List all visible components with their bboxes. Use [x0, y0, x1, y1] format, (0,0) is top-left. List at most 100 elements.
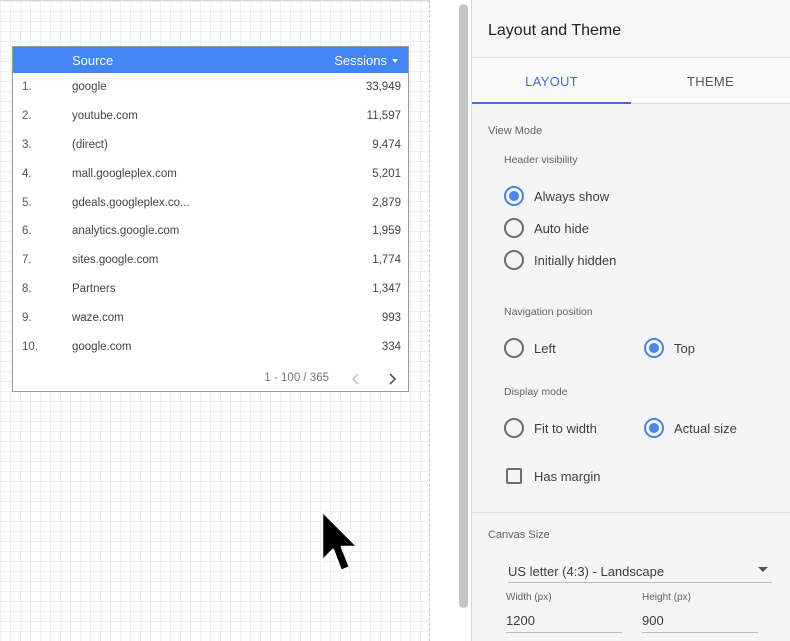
has-margin-checkbox[interactable]: Has margin — [506, 468, 600, 484]
row-sessions: 1,774 — [372, 254, 401, 267]
row-index: 5. — [22, 196, 32, 209]
row-index: 6. — [22, 225, 32, 238]
table-pager: 1 - 100 / 365 — [13, 369, 408, 389]
row-index: 3. — [22, 138, 32, 151]
column-header-source[interactable]: Source — [72, 53, 113, 68]
radio-button-checked — [504, 186, 524, 206]
table-row: 8. Partners 1,347 — [13, 275, 408, 304]
table-row: 3. (direct) 9,474 — [13, 131, 408, 160]
canvas-width-label: Width (px) — [506, 592, 552, 603]
radio-button-checked — [644, 338, 664, 358]
tab-layout[interactable]: LAYOUT — [472, 58, 631, 104]
panel-header: Layout and Theme — [472, 0, 790, 58]
radio-button-unchecked — [504, 218, 524, 238]
canvas-width-input[interactable] — [506, 609, 622, 633]
active-tab-indicator — [472, 102, 631, 104]
tab-theme[interactable]: THEME — [631, 58, 790, 104]
radio-fit-to-width[interactable]: Fit to width — [504, 418, 597, 438]
row-source: mall.googleplex.com — [72, 167, 177, 180]
radio-button-unchecked — [504, 338, 524, 358]
row-sessions: 1,959 — [372, 225, 401, 238]
table-header: Source Sessions — [13, 47, 408, 73]
radio-label: Actual size — [674, 420, 737, 436]
row-source: (direct) — [72, 138, 108, 151]
display-mode-label: Display mode — [504, 386, 568, 398]
row-source: youtube.com — [72, 109, 138, 122]
radio-label: Initially hidden — [534, 252, 617, 268]
row-source: waze.com — [72, 312, 124, 325]
row-source: gdeals.googleplex.co... — [72, 196, 190, 209]
canvas-width-field: Width (px) — [506, 592, 622, 634]
row-sessions: 9,474 — [372, 138, 401, 151]
checkbox-label: Has margin — [534, 468, 601, 484]
table-row: 9. waze.com 993 — [13, 304, 408, 333]
navigation-position-label: Navigation position — [504, 306, 593, 318]
canvas-height-label: Height (px) — [642, 592, 691, 603]
row-sessions: 334 — [381, 341, 401, 354]
radio-auto-hide[interactable]: Auto hide — [504, 218, 589, 238]
canvas-height-field: Height (px) — [642, 592, 758, 634]
header-visibility-label: Header visibility — [504, 154, 578, 166]
radio-label: Always show — [534, 188, 610, 204]
table-row: 10. google.com 334 — [13, 333, 408, 362]
sort-descending-icon — [392, 59, 398, 63]
canvas-size-select[interactable]: US letter (4:3) - Landscape — [508, 560, 772, 583]
radio-label: Auto hide — [534, 220, 589, 236]
report-canvas[interactable]: Source Sessions 1. google 33,949 2. yout… — [0, 0, 430, 641]
column-header-sessions[interactable]: Sessions — [334, 53, 398, 68]
section-divider — [472, 512, 790, 513]
table-row: 7. sites.google.com 1,774 — [13, 246, 408, 275]
canvas-size-selected: US letter (4:3) - Landscape — [508, 564, 665, 579]
radio-always-show[interactable]: Always show — [504, 186, 609, 206]
table-body: 1. google 33,949 2. youtube.com 11,597 3… — [13, 73, 408, 362]
row-source: analytics.google.com — [72, 225, 180, 238]
row-source: google — [72, 81, 107, 93]
row-index: 1. — [22, 81, 32, 93]
radio-initially-hidden[interactable]: Initially hidden — [504, 250, 616, 270]
radio-button-checked — [644, 418, 664, 438]
sessions-table[interactable]: Source Sessions 1. google 33,949 2. yout… — [12, 46, 409, 392]
row-index: 4. — [22, 167, 32, 180]
radio-button-unchecked — [504, 418, 524, 438]
canvas-scrollbar[interactable] — [459, 4, 468, 608]
row-sessions: 11,597 — [366, 109, 401, 122]
row-index: 8. — [22, 283, 32, 296]
radio-label: Left — [534, 340, 556, 356]
radio-label: Fit to width — [534, 420, 597, 436]
panel-title: Layout and Theme — [488, 22, 622, 39]
row-sessions: 993 — [381, 312, 401, 325]
chevron-left-icon[interactable] — [348, 371, 364, 387]
row-sessions: 5,201 — [372, 167, 401, 180]
tab-theme-label: THEME — [687, 73, 734, 89]
table-row: 4. mall.googleplex.com 5,201 — [13, 160, 408, 189]
radio-button-unchecked — [504, 250, 524, 270]
layout-theme-panel: Layout and Theme LAYOUT THEME View Mode … — [471, 0, 790, 641]
canvas-height-input[interactable] — [642, 609, 758, 633]
row-source: sites.google.com — [72, 254, 159, 267]
view-mode-label: View Mode — [488, 125, 543, 137]
canvas-size-label: Canvas Size — [488, 529, 550, 541]
caret-down-icon — [758, 567, 768, 572]
row-index: 2. — [22, 109, 32, 122]
row-source: google.com — [72, 341, 132, 354]
panel-tabs: LAYOUT THEME — [472, 58, 790, 104]
table-row: 5. gdeals.googleplex.co... 2,879 — [13, 189, 408, 218]
tab-layout-label: LAYOUT — [525, 73, 578, 89]
row-index: 7. — [22, 254, 32, 267]
row-sessions: 2,879 — [372, 196, 401, 209]
pager-range-text: 1 - 100 / 365 — [264, 372, 329, 384]
row-source: Partners — [72, 283, 116, 296]
radio-nav-left[interactable]: Left — [504, 338, 556, 358]
table-row: 1. google 33,949 — [13, 73, 408, 102]
radio-actual-size[interactable]: Actual size — [644, 418, 737, 438]
column-header-sessions-label: Sessions — [334, 53, 387, 68]
chevron-right-icon[interactable] — [384, 371, 400, 387]
mouse-pointer-icon — [320, 509, 360, 573]
row-index: 10. — [22, 341, 38, 354]
row-index: 9. — [22, 312, 32, 325]
checkbox-unchecked — [506, 468, 522, 484]
row-sessions: 33,949 — [365, 81, 401, 93]
radio-nav-top[interactable]: Top — [644, 338, 695, 358]
row-sessions: 1,347 — [372, 283, 401, 296]
radio-label: Top — [674, 340, 695, 356]
